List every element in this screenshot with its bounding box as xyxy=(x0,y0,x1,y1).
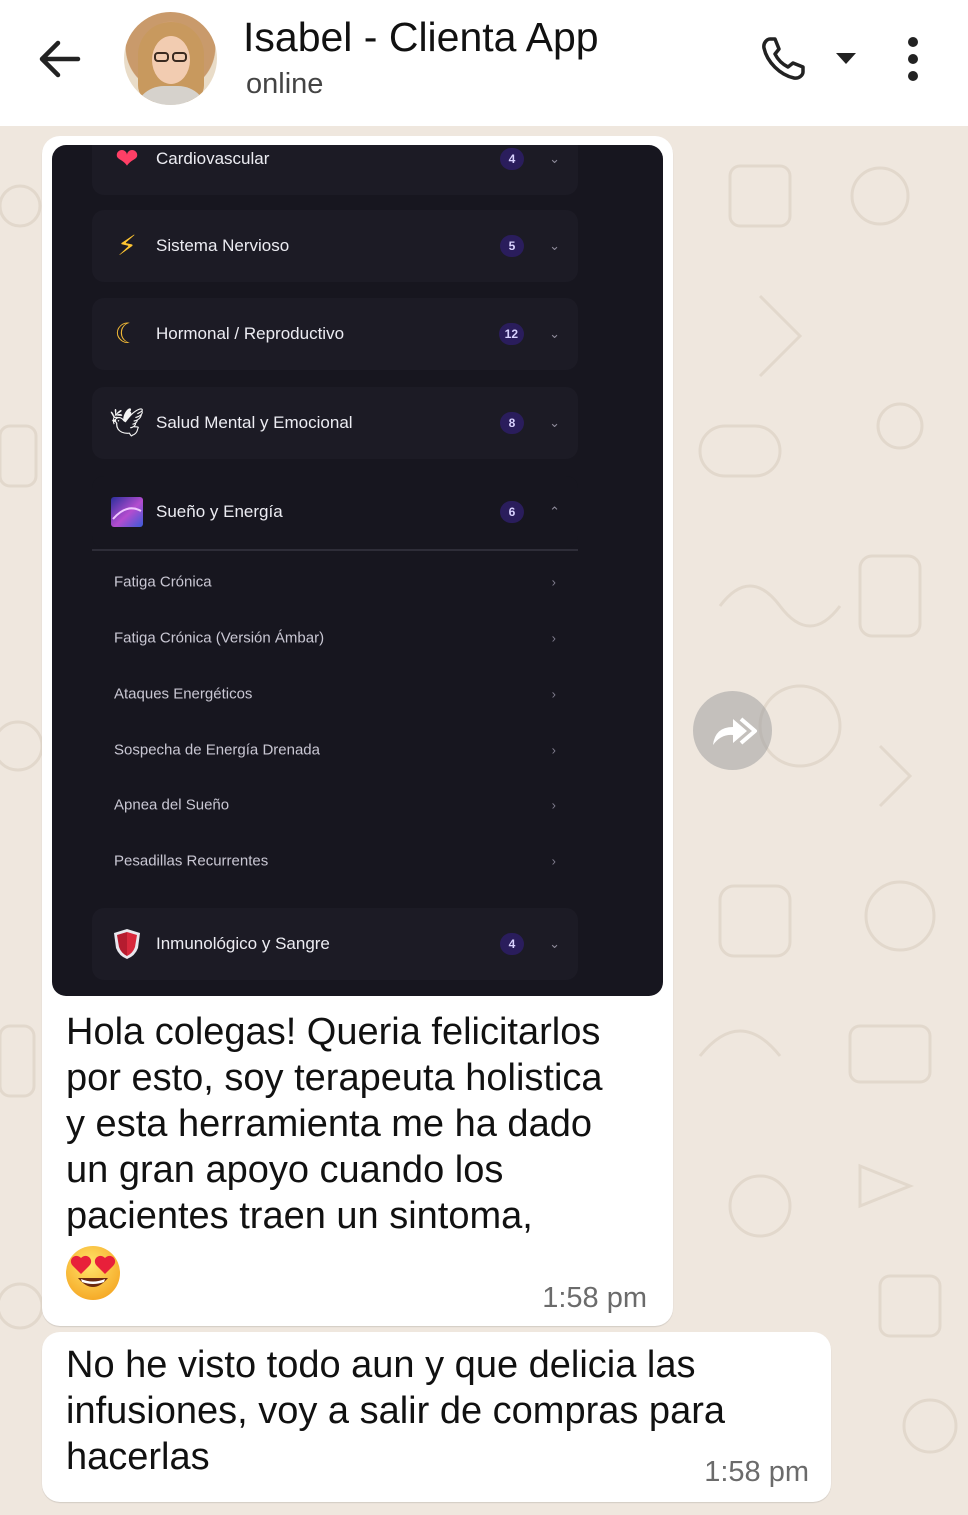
subitem-label: Ataques Energéticos xyxy=(114,685,253,703)
subitem-row: Ataques Energéticos › xyxy=(114,674,556,714)
message-text: Hola colegas! Queria felicitarlos por es… xyxy=(66,1009,666,1239)
message-line: Hola colegas! Queria felicitarlos xyxy=(66,1011,601,1053)
chevron-down-icon: ⌄ xyxy=(549,936,560,951)
category-count-badge: 4 xyxy=(500,933,524,955)
chevron-right-icon: › xyxy=(551,742,556,758)
divider xyxy=(92,549,578,551)
dove-icon: 🕊 xyxy=(109,407,145,438)
shield-icon xyxy=(110,927,144,961)
category-count-badge: 4 xyxy=(500,148,524,170)
message-line: por esto, soy terapeuta holistica xyxy=(66,1057,603,1099)
message-timestamp: 1:58 pm xyxy=(704,1456,809,1488)
chat-area[interactable]: ❤ Cardiovascular 4 ⌄ ⚡ Sistema Nervioso … xyxy=(0,126,968,1515)
category-label: Hormonal / Reproductivo xyxy=(156,324,345,343)
subitem-row: Fatiga Crónica (Versión Ámbar) › xyxy=(114,618,556,658)
message-line: infusiones, voy a salir de compras para xyxy=(66,1390,725,1432)
category-row: ❤ Cardiovascular 4 ⌄ xyxy=(92,145,578,195)
category-count-badge: 5 xyxy=(500,235,524,257)
message-line: y esta herramienta me ha dado xyxy=(66,1103,592,1145)
back-arrow-icon[interactable] xyxy=(34,34,84,84)
contact-name[interactable]: Isabel - Clienta App xyxy=(243,14,599,61)
message-line: un gran apoyo cuando los xyxy=(66,1149,504,1191)
heart-eyes-emoji xyxy=(66,1246,120,1300)
message-line: No he visto todo aun y que delicia las xyxy=(66,1344,696,1386)
category-row-expanded: Sueño y Energía 6 ⌃ xyxy=(92,476,578,548)
chevron-down-icon: ⌄ xyxy=(549,326,560,341)
chevron-right-icon: › xyxy=(551,853,556,869)
chevron-down-icon: ⌄ xyxy=(549,415,560,430)
category-count-badge: 8 xyxy=(500,412,524,434)
subitem-label: Sospecha de Energía Drenada xyxy=(114,741,320,759)
contact-status: online xyxy=(246,68,324,100)
message-timestamp: 1:58 pm xyxy=(542,1282,647,1314)
message-line: pacientes traen un sintoma, xyxy=(66,1195,533,1237)
chevron-right-icon: › xyxy=(551,630,556,646)
chevron-right-icon: › xyxy=(551,797,556,813)
category-row: ⚡ Sistema Nervioso 5 ⌄ xyxy=(92,210,578,282)
category-row: 🕊 Salud Mental y Emocional 8 ⌄ xyxy=(92,387,578,459)
message-bubble[interactable]: No he visto todo aun y que delicia las i… xyxy=(42,1332,831,1502)
subitem-label: Fatiga Crónica (Versión Ámbar) xyxy=(114,629,325,647)
forward-icon xyxy=(712,716,757,745)
shared-image[interactable]: ❤ Cardiovascular 4 ⌄ ⚡ Sistema Nervioso … xyxy=(52,145,663,996)
galaxy-icon xyxy=(110,495,144,529)
category-label: Cardiovascular xyxy=(156,149,270,168)
more-vert-icon[interactable] xyxy=(898,36,928,82)
forward-button[interactable] xyxy=(693,691,772,770)
dropdown-caret-icon[interactable] xyxy=(834,50,858,66)
subitem-row: Fatiga Crónica › xyxy=(114,562,556,602)
category-count-badge: 12 xyxy=(498,323,524,345)
subitem-label: Pesadillas Recurrentes xyxy=(114,852,269,870)
chat-header: Isabel - Clienta App online xyxy=(0,0,968,126)
subitem-row: Sospecha de Energía Drenada › xyxy=(114,730,556,770)
category-row: ☾ Hormonal / Reproductivo 12 ⌄ xyxy=(92,298,578,370)
moon-icon: ☾ xyxy=(114,318,140,349)
message-line: hacerlas xyxy=(66,1436,210,1478)
chevron-right-icon: › xyxy=(551,574,556,590)
message-bubble[interactable]: ❤ Cardiovascular 4 ⌄ ⚡ Sistema Nervioso … xyxy=(42,136,673,1326)
phone-icon[interactable] xyxy=(758,34,808,84)
message-text: No he visto todo aun y que delicia las i… xyxy=(66,1342,806,1480)
category-count-badge: 6 xyxy=(500,501,524,523)
chevron-down-icon: ⌄ xyxy=(549,238,560,253)
heart-icon: ❤ xyxy=(115,145,139,174)
chevron-down-icon: ⌄ xyxy=(549,151,560,166)
lightning-icon: ⚡ xyxy=(117,230,137,261)
category-label: Inmunológico y Sangre xyxy=(156,934,330,953)
avatar[interactable] xyxy=(124,12,217,105)
category-row: Inmunológico y Sangre 4 ⌄ xyxy=(92,908,578,980)
chevron-up-icon: ⌃ xyxy=(549,504,560,519)
chevron-right-icon: › xyxy=(551,686,556,702)
category-label: Sistema Nervioso xyxy=(156,236,290,255)
subitem-row: Apnea del Sueño › xyxy=(114,785,556,825)
category-label: Salud Mental y Emocional xyxy=(156,413,353,432)
subitem-row: Pesadillas Recurrentes › xyxy=(114,841,556,881)
subitem-label: Fatiga Crónica xyxy=(114,573,212,591)
subitem-label: Apnea del Sueño xyxy=(114,796,230,814)
category-label: Sueño y Energía xyxy=(156,502,283,521)
